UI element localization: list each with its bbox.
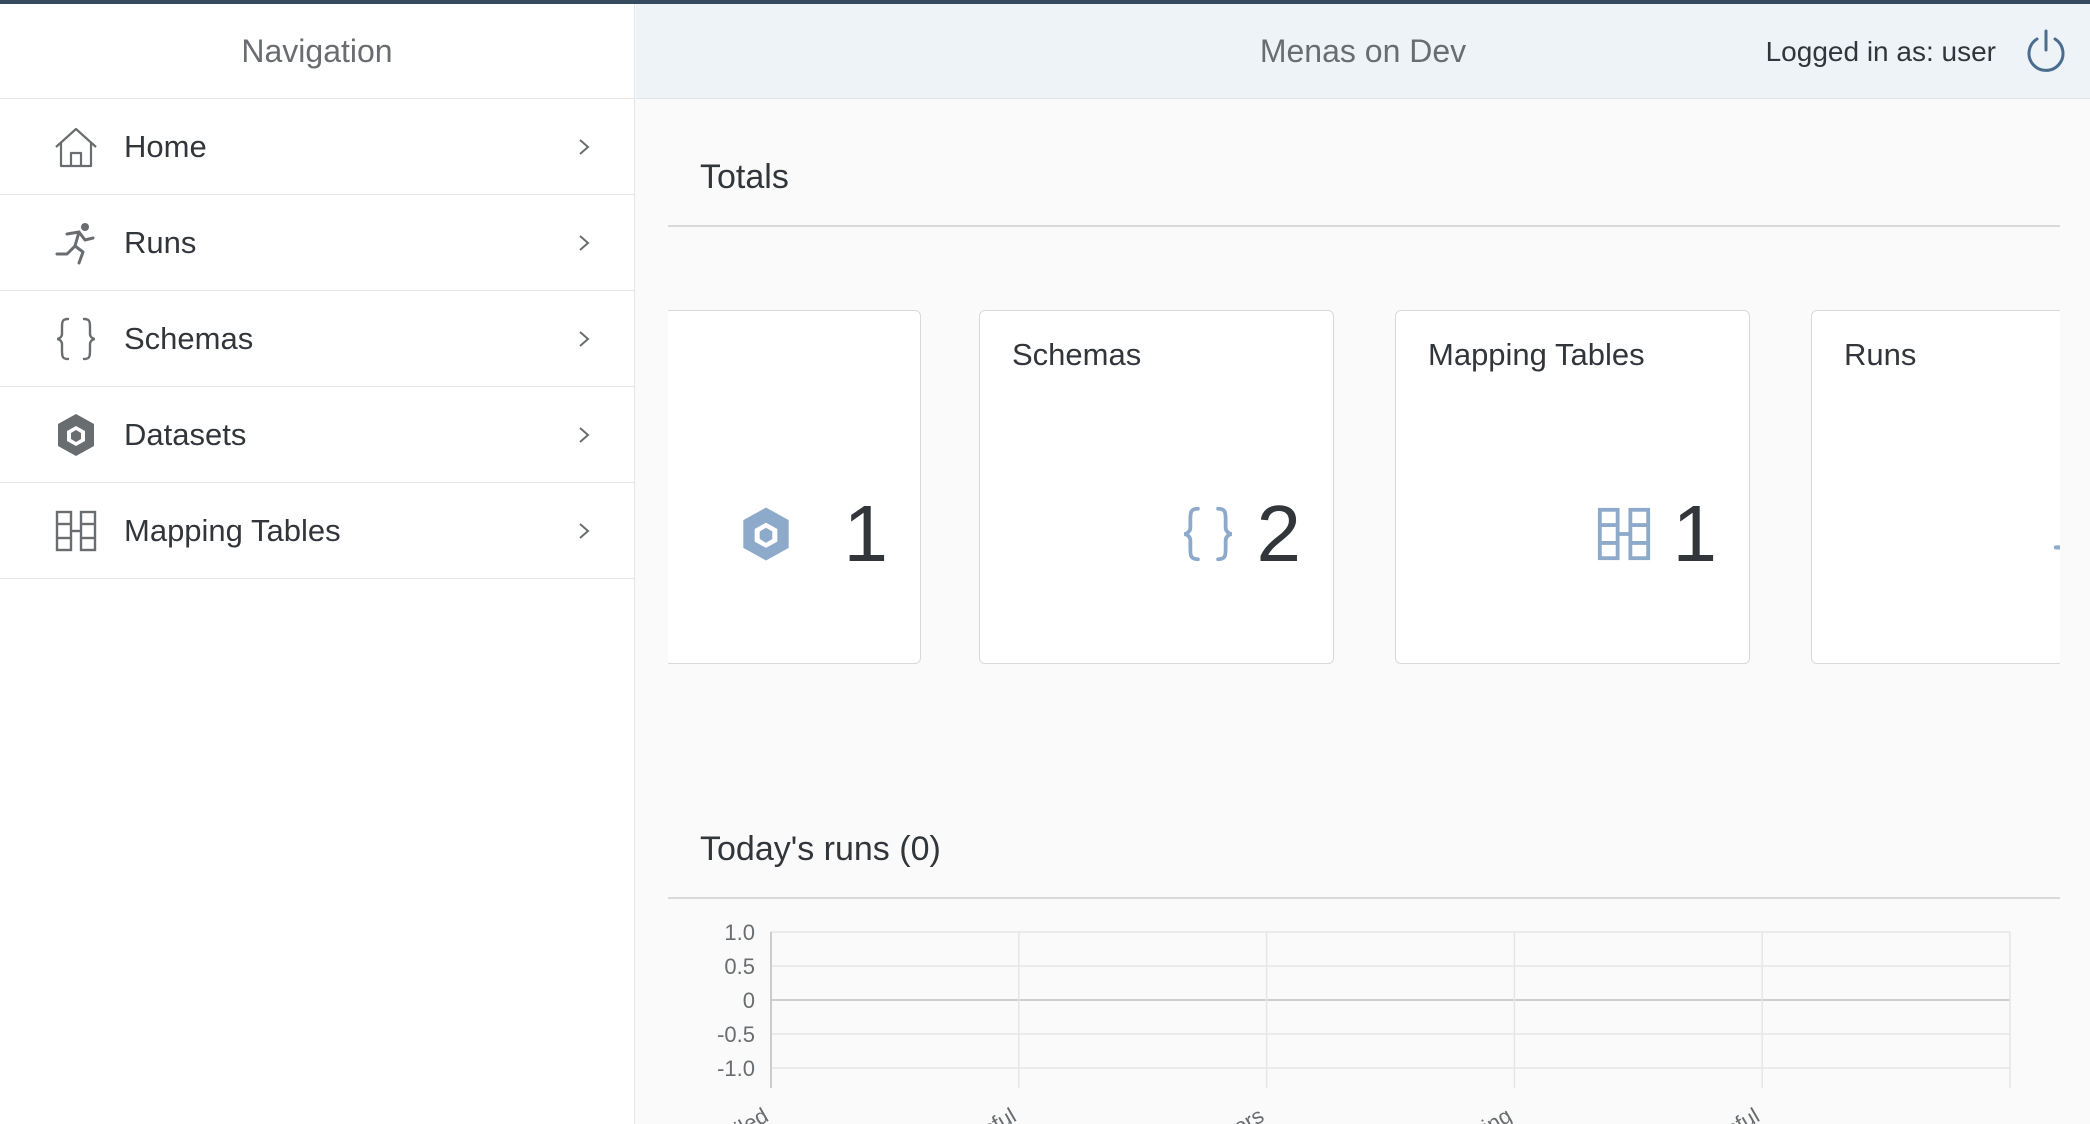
app-header: Menas on Dev Logged in as: user [636, 4, 2090, 99]
card-title: Schemas [1012, 337, 1142, 372]
sidebar-item-label: Home [124, 128, 207, 164]
user-area: Logged in as: user [1766, 4, 2070, 99]
home-icon [52, 123, 100, 171]
logged-in-user-label: Logged in as: user [1765, 35, 1996, 67]
y-tick-label: 0 [743, 988, 755, 1013]
sidebar-item-label: Datasets [124, 416, 247, 452]
mapping-table-icon [1597, 507, 1651, 561]
totals-title: Totals [700, 158, 789, 196]
chevron-right-icon [579, 426, 590, 443]
x-tick-label: essful [958, 1103, 1020, 1124]
card-title: Runs [1844, 337, 1917, 372]
card-count: 1 [843, 489, 889, 578]
runs-chart-svg: 1.0 0.5 0 -0.5 -1.0 Failed essful errors unning e… [708, 920, 2011, 1124]
y-tick-label: 0.5 [724, 954, 755, 979]
sidebar-item-label: Runs [124, 224, 197, 260]
curly-braces-icon [1183, 506, 1233, 562]
x-tick-label: essful [1701, 1103, 1763, 1124]
sidebar-item-mapping-tables[interactable]: Mapping Tables [0, 483, 634, 579]
y-tick-label: -1.0 [717, 1056, 755, 1081]
cube-icon [743, 507, 789, 561]
runner-icon [2053, 545, 2060, 550]
cube-icon [52, 411, 100, 459]
totals-carousel: sets 1 Schemas 2 Mapping Tables 1 Runs [668, 308, 2060, 668]
sidebar-item-runs[interactable]: Runs [0, 195, 634, 291]
sidebar-item-home[interactable]: Home [0, 99, 634, 195]
mapping-table-icon [52, 507, 100, 555]
sidebar-item-schemas[interactable]: Schemas [0, 291, 634, 387]
todays-runs-chart: 1.0 0.5 0 -0.5 -1.0 Failed essful errors unning e… [668, 905, 2060, 1124]
sidebar-item-label: Schemas [124, 320, 254, 356]
datasets-total-card[interactable]: sets 1 [668, 310, 921, 664]
totals-divider [668, 225, 2060, 227]
mapping-tables-total-card[interactable]: Mapping Tables 1 [1395, 310, 1750, 664]
curly-braces-icon [52, 315, 100, 363]
chevron-right-icon [579, 234, 590, 251]
schemas-total-card[interactable]: Schemas 2 [979, 310, 1334, 664]
y-tick-label: 1.0 [724, 920, 755, 945]
runner-icon [52, 219, 100, 267]
x-tick-label: unning [1446, 1103, 1516, 1124]
todays-runs-title: Today's runs (0) [700, 830, 941, 868]
x-tick-label: errors [1206, 1103, 1268, 1124]
chevron-right-icon [579, 330, 590, 347]
power-icon[interactable] [2022, 28, 2070, 76]
card-title: Mapping Tables [1428, 337, 1645, 372]
chevron-right-icon [579, 138, 590, 155]
navigation-sidebar: Navigation Home Runs Schemas Datasets Ma… [0, 4, 635, 1124]
runs-total-card[interactable]: Runs [1811, 310, 2060, 664]
navigation-header: Navigation [0, 4, 634, 99]
y-tick-label: -0.5 [717, 1022, 755, 1047]
chevron-right-icon [579, 522, 590, 539]
card-count: 2 [1256, 489, 1302, 578]
todays-runs-divider [668, 897, 2060, 899]
sidebar-item-label: Mapping Tables [124, 512, 341, 548]
x-tick-label: Failed [708, 1103, 772, 1124]
card-count: 1 [1672, 489, 1718, 578]
sidebar-item-datasets[interactable]: Datasets [0, 387, 634, 483]
